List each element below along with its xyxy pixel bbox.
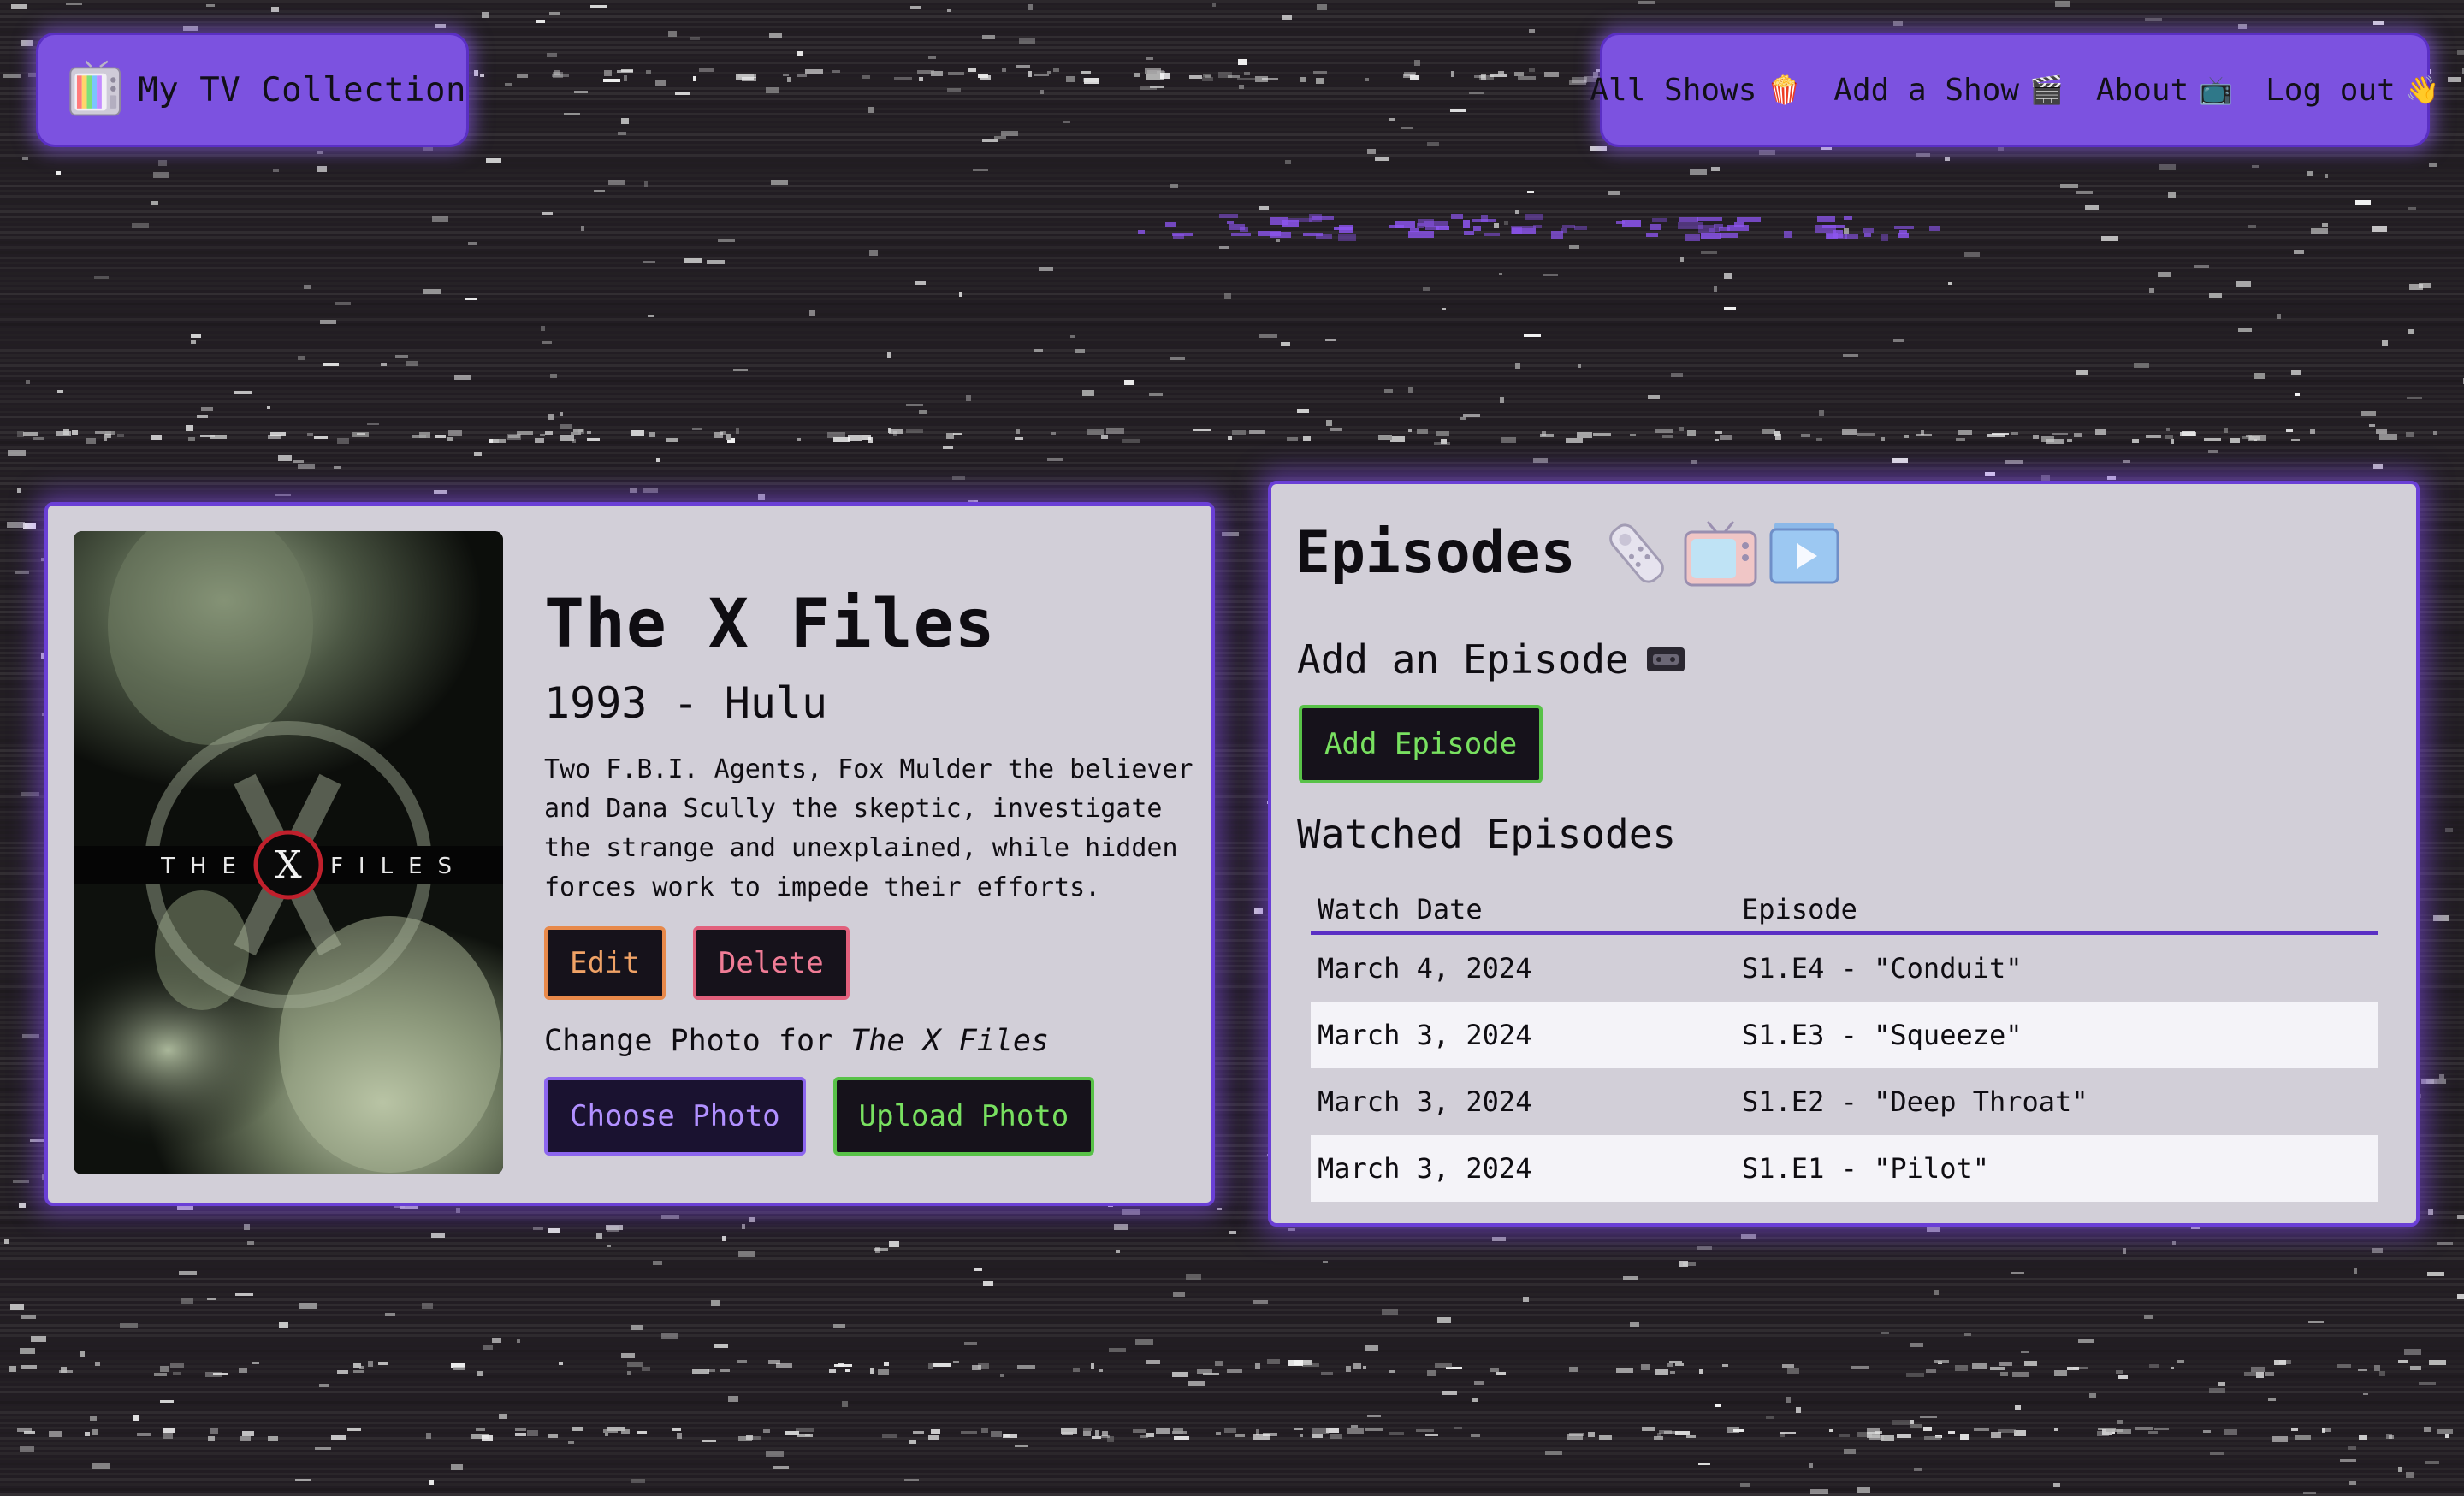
episodes-header: Episodes	[1295, 518, 1839, 588]
table-row[interactable]: March 3, 2024 S1.E3 - "Squeeze"	[1311, 1002, 2378, 1068]
show-title: The X Files	[544, 586, 996, 663]
popcorn-icon: 🍿	[1767, 74, 1802, 106]
nav-add-show[interactable]: Add a Show 🎬	[1833, 73, 2064, 108]
edit-button[interactable]: Edit	[544, 926, 666, 1000]
television-icon: 📺	[2199, 74, 2234, 106]
poster-x-mark: X	[275, 843, 302, 887]
vhs-tape-icon	[1646, 647, 1685, 671]
photo-actions: Choose Photo Upload Photo	[544, 1077, 1194, 1156]
table-row[interactable]: March 3, 2024 S1.E2 - "Deep Throat"	[1311, 1068, 2378, 1135]
choose-photo-button[interactable]: Choose Photo	[544, 1077, 806, 1156]
tv-icon	[1684, 521, 1757, 587]
poster-files-text: FILES	[330, 854, 467, 879]
watch-date-cell: March 3, 2024	[1318, 1085, 1532, 1118]
nav-label: Log out	[2266, 72, 2396, 108]
upload-photo-button[interactable]: Upload Photo	[832, 1077, 1095, 1156]
episode-cell: S1.E4 - "Conduit"	[1742, 952, 2023, 985]
delete-button[interactable]: Delete	[692, 926, 850, 1000]
nav-label: About	[2095, 72, 2189, 108]
show-actions: Edit Delete	[544, 926, 1194, 1000]
episode-cell: S1.E2 - "Deep Throat"	[1742, 1085, 2088, 1118]
add-episode-button[interactable]: Add Episode	[1299, 705, 1543, 783]
poster-image: X THE FILES	[74, 531, 503, 1174]
episodes-icons	[1602, 518, 1839, 588]
change-photo-show: The X Files	[850, 1024, 1050, 1058]
add-episode-text: Add an Episode	[1297, 636, 1629, 683]
brand-title: My TV Collection	[138, 70, 466, 109]
nav-about[interactable]: About 📺	[2096, 73, 2233, 108]
show-year-network: 1993 - Hulu	[544, 678, 828, 728]
watched-episodes-table: Watch Date Episode March 4, 2024 S1.E4 - …	[1311, 890, 2378, 1202]
watch-date-cell: March 3, 2024	[1311, 1135, 1735, 1202]
clapperboard-icon: 🎬	[2029, 74, 2064, 106]
remote-icon	[1608, 523, 1664, 583]
episode-cell: S1.E1 - "Pilot"	[1735, 1135, 2378, 1202]
nav-label: Add a Show	[1833, 72, 2020, 108]
watch-date-cell: March 3, 2024	[1311, 1002, 1735, 1068]
change-photo-prefix: Change Photo for	[544, 1024, 833, 1058]
episodes-panel: Episodes Add an Episode Add Episode Watc…	[1268, 481, 2420, 1227]
nav-all-shows[interactable]: All Shows 🍿	[1590, 73, 1801, 108]
show-description: Two F.B.I. Agents, Fox Mulder the believ…	[544, 754, 1194, 902]
episode-cell: S1.E3 - "Squeeze"	[1735, 1002, 2378, 1068]
main-nav: All Shows 🍿 Add a Show 🎬 About 📺 Log out 👋	[1590, 33, 2440, 147]
waving-hand-icon: 👋	[2405, 74, 2440, 106]
retro-tv-icon	[69, 60, 121, 116]
watch-date-cell: March 4, 2024	[1318, 952, 1532, 985]
watched-episodes-heading: Watched Episodes	[1297, 811, 1677, 857]
column-watch-date: Watch Date	[1311, 890, 1735, 935]
show-info: The X Files 1993 - Hulu Two F.B.I. Agent…	[544, 591, 1194, 1156]
play-icon	[1769, 523, 1839, 584]
poster-the-text: THE	[160, 854, 252, 879]
add-episode-label: Add an Episode	[1297, 636, 1685, 683]
nav-log-out[interactable]: Log out 👋	[2266, 73, 2440, 108]
column-episode: Episode	[1735, 890, 2378, 935]
table-row[interactable]: March 3, 2024 S1.E1 - "Pilot"	[1311, 1135, 2378, 1202]
show-poster: X THE FILES	[74, 531, 503, 1174]
nav-label: All Shows	[1590, 72, 1757, 108]
show-details-panel: X THE FILES The X Files 1993 - Hulu Two …	[44, 502, 1215, 1206]
episodes-title: Episodes	[1295, 519, 1576, 587]
table-row[interactable]: March 4, 2024 S1.E4 - "Conduit"	[1311, 933, 2378, 1002]
change-photo-label: Change Photo for The X Files	[544, 1024, 1194, 1058]
brand-logo[interactable]: My TV Collection	[36, 33, 469, 147]
table-header-row: Watch Date Episode	[1311, 890, 2378, 935]
